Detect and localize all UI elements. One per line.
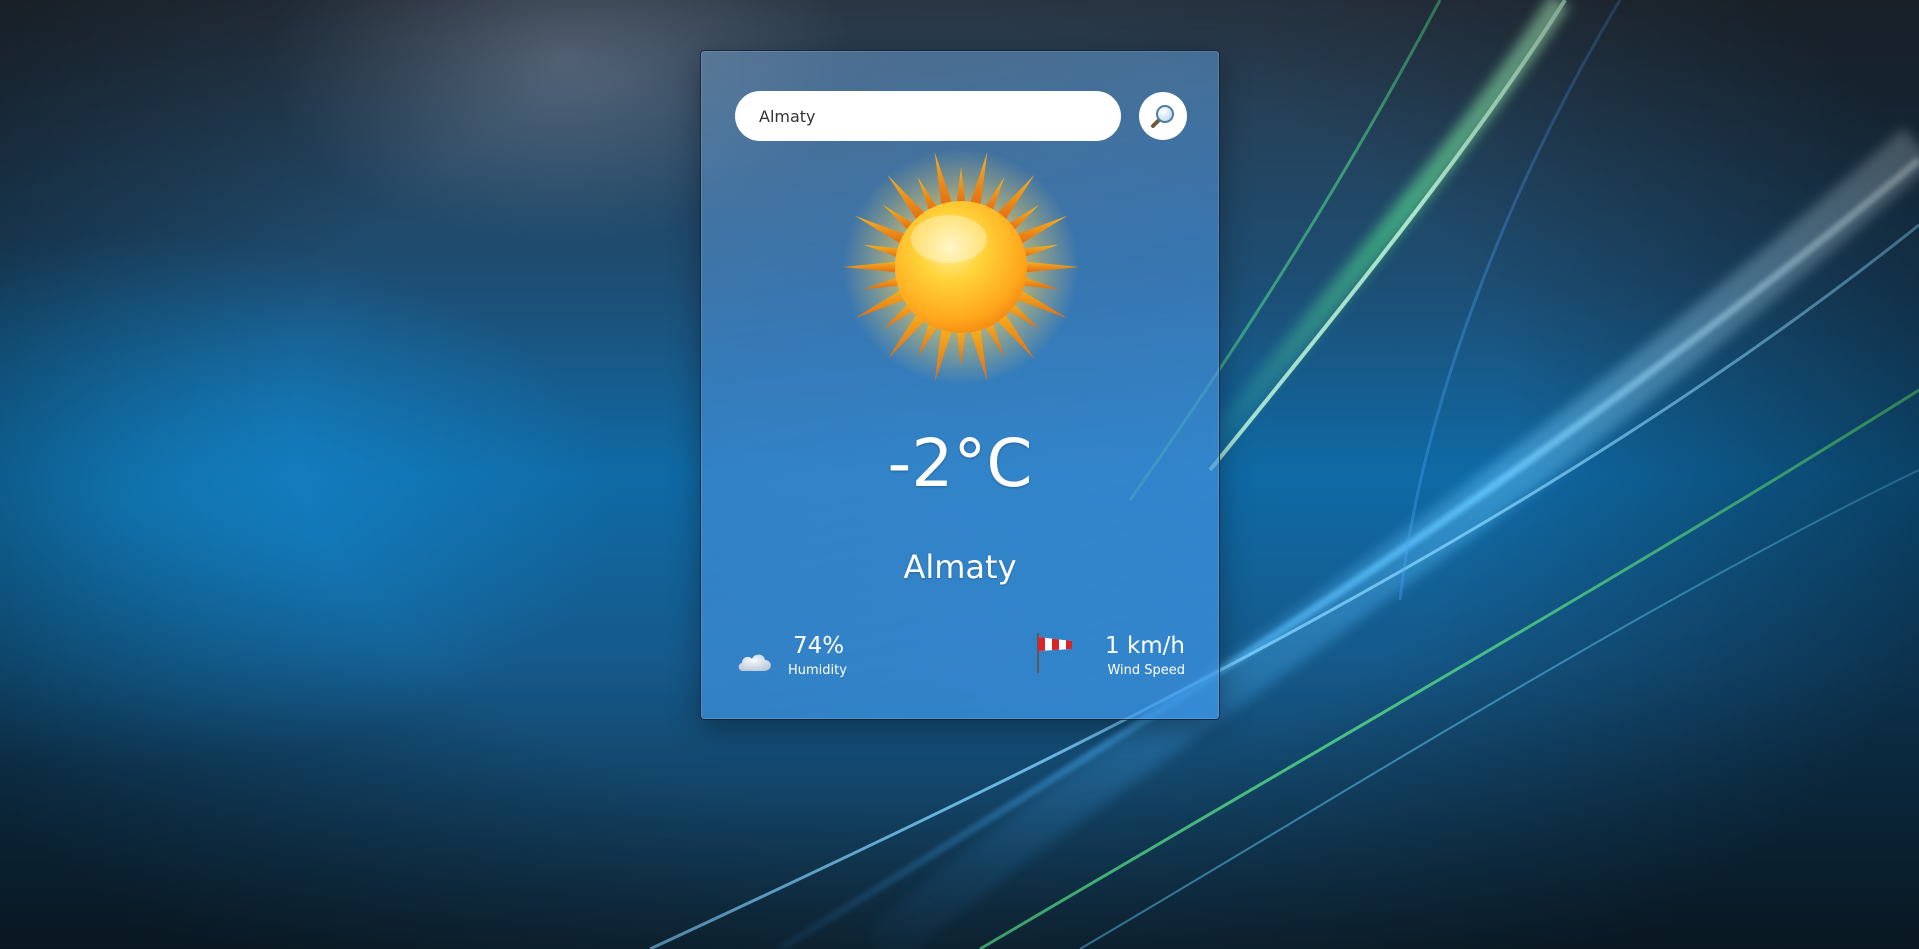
sun-icon	[843, 149, 1079, 385]
city-name: Almaty	[903, 548, 1017, 586]
city-search-input[interactable]	[735, 91, 1121, 141]
humidity-detail: 74% Humidity	[735, 631, 915, 691]
wind-speed-value: 1 km/h	[1105, 633, 1185, 659]
humidity-label: Humidity	[788, 663, 847, 678]
temperature-value: -2°C	[887, 425, 1033, 502]
magnifier-icon	[1151, 105, 1174, 128]
wind-speed-label: Wind Speed	[1107, 663, 1185, 678]
weather-card: -2°C Almaty 74% Humidity	[700, 50, 1220, 720]
cloud-icon	[738, 654, 771, 671]
search-button[interactable]	[1139, 92, 1187, 140]
desktop-background: -2°C Almaty 74% Humidity	[0, 0, 1919, 949]
windsock-icon	[1037, 633, 1072, 673]
wind-detail: 1 km/h Wind Speed	[1035, 631, 1185, 691]
humidity-value: 74%	[793, 633, 845, 659]
search-bar	[735, 91, 1187, 141]
